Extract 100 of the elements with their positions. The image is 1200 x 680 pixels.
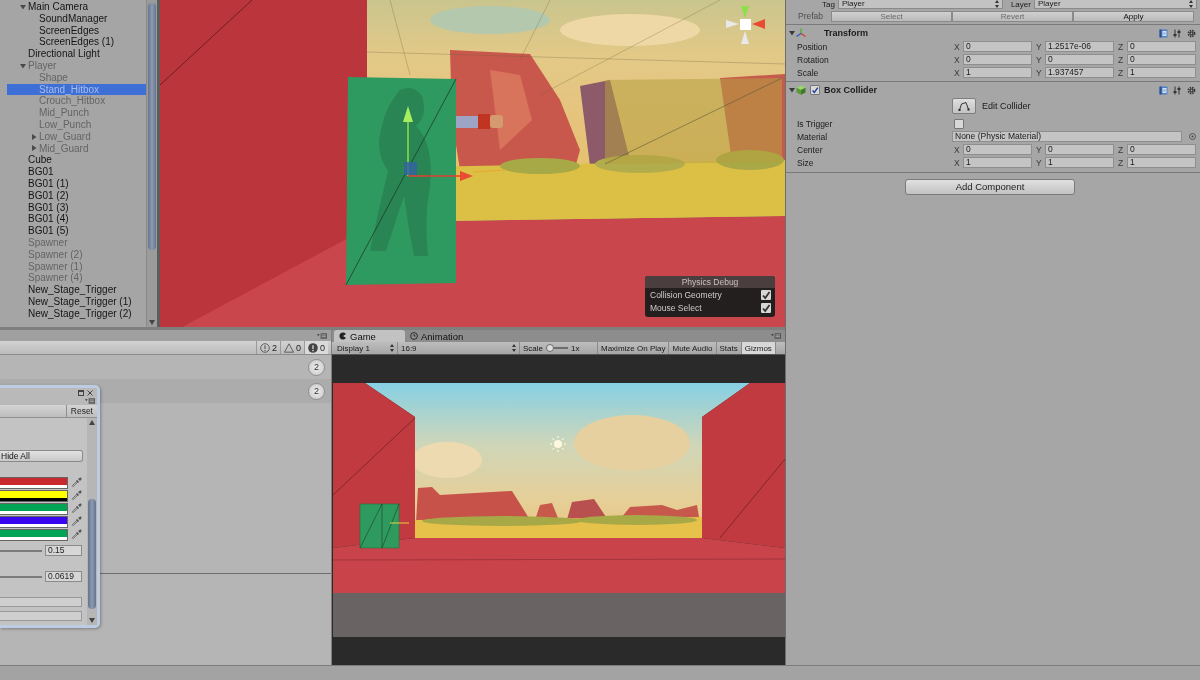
- hierarchy-item[interactable]: New_Stage_Trigger (1): [7, 295, 146, 308]
- add-component-button[interactable]: Add Component: [905, 179, 1075, 195]
- slider-track[interactable]: [0, 549, 42, 552]
- color-field[interactable]: [0, 476, 68, 489]
- enable-checkbox[interactable]: [810, 85, 820, 95]
- sliders-icon[interactable]: [1173, 28, 1182, 38]
- object-field[interactable]: None (Physic Material): [952, 131, 1182, 142]
- disclosure-triangle-icon[interactable]: [789, 87, 795, 93]
- hierarchy-item[interactable]: BG01 (2): [7, 189, 146, 202]
- disclosure-triangle-icon[interactable]: [789, 30, 795, 36]
- input-field[interactable]: [0, 611, 82, 621]
- checkbox[interactable]: [761, 302, 771, 313]
- number-field[interactable]: 1.2517e-06: [1045, 41, 1114, 52]
- toolbar-toggle[interactable]: Gizmos: [741, 342, 776, 354]
- number-field[interactable]: 0: [1045, 54, 1114, 65]
- number-field[interactable]: 0: [1127, 54, 1196, 65]
- toolbar-toggle[interactable]: Stats: [716, 342, 742, 354]
- view-tab[interactable]: Game: [334, 330, 405, 342]
- bush: [716, 150, 784, 170]
- color-field[interactable]: [0, 502, 68, 515]
- info-filter-toggle[interactable]: 2: [255, 341, 280, 354]
- vertical-scrollbar[interactable]: [87, 418, 97, 625]
- scroll-down-arrow-icon[interactable]: [149, 320, 155, 325]
- checkbox[interactable]: [954, 118, 964, 129]
- property-label: Position: [796, 41, 829, 52]
- number-field[interactable]: 1: [1127, 157, 1196, 168]
- hide-all-button[interactable]: Hide All: [0, 450, 83, 462]
- eyedropper-icon[interactable]: [71, 490, 82, 501]
- layer-dropdown[interactable]: Player: [1033, 0, 1197, 9]
- hierarchy-item[interactable]: Directional Light: [7, 48, 146, 60]
- edit-collider-button[interactable]: [952, 98, 976, 114]
- number-field[interactable]: 0.0619: [45, 571, 82, 582]
- move-gizmo[interactable]: [403, 106, 506, 181]
- hierarchy-item[interactable]: Main Camera: [7, 1, 146, 13]
- tag-dropdown[interactable]: Player: [837, 0, 1003, 9]
- menu-icon[interactable]: [317, 332, 327, 339]
- number-field[interactable]: 1: [963, 157, 1032, 168]
- aspect-dropdown[interactable]: 16:9: [398, 342, 520, 354]
- eyedropper-icon[interactable]: [71, 477, 82, 488]
- hierarchy-item[interactable]: ScreenEdges (1): [7, 36, 146, 49]
- eyedropper-icon[interactable]: [71, 516, 82, 527]
- hierarchy-item[interactable]: ScreenEdges: [7, 24, 146, 37]
- number-field[interactable]: 1: [963, 67, 1032, 78]
- hierarchy-item[interactable]: BG01 (5): [7, 225, 146, 237]
- color-field[interactable]: [0, 515, 68, 528]
- component-header[interactable]: Box Collider: [786, 83, 1200, 97]
- color-field[interactable]: [0, 528, 68, 541]
- hierarchy-item[interactable]: BG01 (1): [7, 177, 146, 190]
- display-dropdown[interactable]: Display 1: [334, 342, 398, 354]
- menu-icon[interactable]: [85, 398, 95, 404]
- warning-filter-toggle[interactable]: 0: [279, 341, 304, 354]
- number-field[interactable]: 1: [1045, 157, 1114, 168]
- menu-icon[interactable]: [771, 333, 781, 339]
- close-icon[interactable]: [87, 390, 93, 396]
- number-field[interactable]: 0: [1127, 144, 1196, 155]
- error-filter-toggle[interactable]: 0: [304, 341, 328, 354]
- property-label: Scale: [796, 67, 820, 78]
- help-book-icon[interactable]: [1159, 28, 1168, 38]
- prefab-button[interactable]: Apply: [1073, 10, 1194, 22]
- number-field[interactable]: 0: [963, 54, 1032, 65]
- help-book-icon[interactable]: [1159, 85, 1168, 95]
- maximize-icon[interactable]: [78, 390, 84, 396]
- scrollbar-thumb[interactable]: [88, 499, 96, 609]
- hierarchy-item[interactable]: New_Stage_Trigger: [7, 284, 146, 296]
- input-field[interactable]: [0, 597, 82, 607]
- checkbox[interactable]: [761, 289, 771, 300]
- hierarchy-item[interactable]: BG01: [7, 166, 146, 178]
- sliders-icon[interactable]: [1173, 85, 1182, 95]
- property-label: Rotation: [796, 54, 830, 65]
- toolbar-toggle[interactable]: Mute Audio: [669, 342, 717, 354]
- scroll-up-arrow-icon[interactable]: [89, 420, 95, 425]
- pacman-icon: [339, 332, 347, 340]
- hierarchy-item[interactable]: Cube: [7, 154, 146, 167]
- toolbar-toggle[interactable]: Maximize On Play: [598, 342, 670, 354]
- view-tab[interactable]: Animation: [405, 330, 472, 342]
- disclosure-triangle-icon[interactable]: [20, 3, 26, 10]
- gear-icon[interactable]: [1187, 28, 1196, 38]
- hierarchy-item[interactable]: New_Stage_Trigger (2): [7, 307, 146, 320]
- number-field[interactable]: 0: [1045, 144, 1114, 155]
- hierarchy-item[interactable]: BG01 (3): [7, 201, 146, 214]
- scroll-down-arrow-icon[interactable]: [89, 618, 95, 623]
- slider-track[interactable]: [0, 575, 42, 578]
- component-header[interactable]: Transform: [786, 26, 1200, 40]
- number-field[interactable]: 0: [963, 144, 1032, 155]
- object-picker-icon[interactable]: [1189, 133, 1196, 140]
- number-field[interactable]: 0.15: [45, 545, 82, 556]
- eyedropper-icon[interactable]: [71, 529, 82, 540]
- scrollbar-thumb[interactable]: [148, 3, 156, 250]
- gear-icon[interactable]: [1187, 85, 1196, 95]
- hierarchy-item[interactable]: BG01 (4): [7, 213, 146, 226]
- number-field[interactable]: 0: [963, 41, 1032, 52]
- number-field[interactable]: 1: [1127, 67, 1196, 78]
- slider-thumb[interactable]: [546, 344, 554, 352]
- orientation-gizmo-icon[interactable]: [726, 6, 765, 44]
- number-field[interactable]: 0: [1127, 41, 1196, 52]
- vertical-scrollbar[interactable]: [146, 0, 157, 327]
- eyedropper-icon[interactable]: [71, 503, 82, 514]
- color-field[interactable]: [0, 489, 68, 502]
- number-field[interactable]: 1.937457: [1045, 67, 1114, 78]
- hierarchy-item[interactable]: SoundManager: [7, 12, 146, 25]
